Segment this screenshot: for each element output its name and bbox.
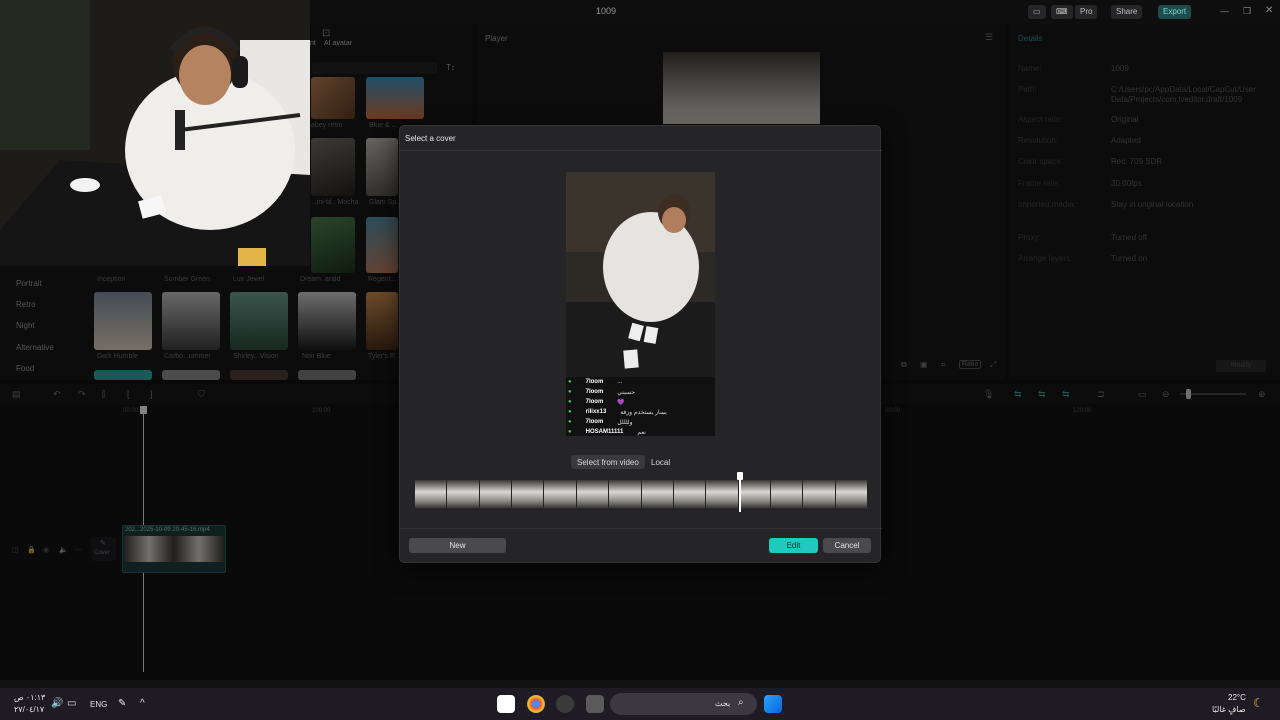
frame-filmstrip[interactable]	[415, 480, 868, 510]
title-divider	[400, 150, 882, 151]
chat-status-icon: ●	[568, 389, 572, 395]
filmstrip-frame[interactable]	[770, 480, 803, 510]
chat-user: 7loom	[585, 399, 604, 405]
tab-local[interactable]: Local	[645, 455, 676, 469]
chat-overlay: ● 7loom ... ● 7loom حسيني ● 7loom 💜 ● ri…	[566, 377, 715, 436]
chat-user: 7loom	[585, 379, 604, 385]
weather-temp[interactable]: 22°C	[1228, 693, 1246, 702]
filmstrip-frame[interactable]	[415, 480, 447, 510]
chat-msg: حسيني	[617, 389, 635, 396]
volume-icon[interactable]: 🔊	[51, 698, 63, 709]
chat-row: ● rilixx13 يسار يستخدم ورقة	[566, 407, 715, 417]
weather-desc[interactable]: صافٍ غالبًا	[1212, 705, 1246, 714]
language-indicator[interactable]: ENG	[90, 700, 107, 709]
chat-status-icon: ●	[568, 379, 572, 385]
chat-msg: ...	[617, 379, 623, 385]
obs-icon[interactable]	[556, 695, 574, 713]
windows-taskbar: ٠١:١٣ ص ٢٧/٠٤/١٧ 🔊 ▭ ENG ✎ ^ بحث ⌕ 22°C …	[0, 688, 1280, 720]
close-icon[interactable]: ✕	[1265, 5, 1273, 16]
chat-user: rilixx13	[585, 409, 607, 415]
select-cover-dialog: Select a cover ● 7loom ... ● 7loom حسيني…	[399, 125, 882, 563]
webcam-image	[0, 0, 310, 266]
chat-row: ● 7loom وللللل	[566, 417, 715, 427]
filmstrip-frame[interactable]	[609, 480, 641, 510]
moon-weather-icon[interactable]: ☾	[1253, 696, 1264, 710]
export-button[interactable]: Export	[1158, 5, 1192, 19]
window-title: 1009	[596, 6, 617, 16]
chat-row: ● 7loom ...	[566, 377, 715, 387]
chat-status-icon: ●	[568, 429, 572, 435]
chat-user: 7loom	[585, 389, 604, 395]
chat-status-icon: ●	[568, 399, 572, 405]
windows-start-icon[interactable]	[764, 695, 782, 713]
search-box[interactable]: بحث ⌕	[610, 693, 757, 715]
chat-msg: وللللل	[617, 419, 633, 426]
clock-date[interactable]: ٢٧/٠٤/١٧	[14, 705, 44, 714]
maximize-icon[interactable]: ❐	[1243, 6, 1251, 17]
chat-status-icon: ●	[568, 419, 572, 425]
chat-status-icon: ●	[568, 409, 572, 415]
edit-button[interactable]: Edit	[769, 538, 818, 553]
capcut-app-icon[interactable]	[497, 695, 515, 713]
filmstrip-frame[interactable]	[673, 480, 706, 510]
filmstrip-frame[interactable]	[706, 480, 738, 510]
filmstrip-frame[interactable]	[835, 480, 868, 510]
search-placeholder: بحث	[715, 699, 731, 708]
chat-msg: 💜	[617, 399, 625, 406]
chevron-up-icon[interactable]: ^	[140, 698, 145, 709]
file-explorer-icon[interactable]	[586, 695, 604, 713]
clock-time[interactable]: ٠١:١٣ ص	[14, 693, 45, 702]
filmstrip-frame[interactable]	[738, 480, 770, 510]
share-button[interactable]: Share	[1111, 5, 1143, 19]
footer-divider	[400, 528, 882, 529]
capcut-window: 1009 ▭ ⌨ Pro Share Export — ❐ ✕ ⊡ AI ava…	[0, 0, 1280, 720]
network-icon[interactable]: ▭	[67, 698, 76, 709]
chat-row: ● HOSAM11111 نعم	[566, 427, 715, 436]
chat-user: 7loom	[585, 419, 604, 425]
pen-icon[interactable]: ✎	[118, 698, 126, 709]
filmstrip-frame[interactable]	[479, 480, 512, 510]
chrome-icon[interactable]	[527, 695, 545, 713]
new-button[interactable]: New	[409, 538, 506, 553]
chat-user: HOSAM11111	[585, 429, 624, 435]
filmstrip-frame[interactable]	[447, 480, 479, 510]
tab-select-from-video[interactable]: Select from video	[571, 455, 645, 469]
filmstrip-frame[interactable]	[803, 480, 835, 510]
frame-selector-line[interactable]	[739, 478, 741, 512]
cover-preview: ● 7loom ... ● 7loom حسيني ● 7loom 💜 ● ri…	[566, 172, 715, 436]
pro-button[interactable]: Pro	[1075, 5, 1098, 19]
layout-icon[interactable]: ▭	[1028, 5, 1046, 19]
chat-row: ● 7loom 💜	[566, 397, 715, 407]
chat-msg: نعم	[637, 429, 646, 436]
webcam-overlay	[0, 0, 310, 266]
pro-label: Pro	[1080, 7, 1093, 16]
minimize-icon[interactable]: —	[1220, 6, 1229, 16]
filmstrip-frame[interactable]	[512, 480, 544, 510]
dialog-title: Select a cover	[405, 134, 456, 143]
chat-row: ● 7loom حسيني	[566, 387, 715, 397]
filmstrip-frame[interactable]	[576, 480, 609, 510]
filmstrip-frame[interactable]	[544, 480, 576, 510]
shortcuts-icon[interactable]: ⌨	[1051, 5, 1073, 19]
chat-msg: يسار يستخدم ورقة	[620, 409, 667, 416]
share-label: Share	[1116, 7, 1138, 16]
cancel-button[interactable]: Cancel	[823, 538, 871, 553]
export-label: Export	[1163, 7, 1187, 16]
filmstrip-frame[interactable]	[641, 480, 673, 510]
search-icon: ⌕	[738, 697, 744, 708]
